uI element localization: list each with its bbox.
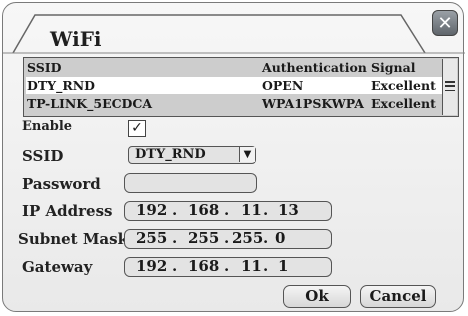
network-list: SSID Authentication Signal DTY_RND OPEN … [23, 57, 459, 117]
password-label: Password [22, 175, 101, 193]
ssid-label: SSID [22, 147, 64, 165]
octet-separator: . [224, 229, 230, 247]
ip-address-field[interactable]: 192 . 168 . 11 . 13 [124, 201, 332, 221]
ip-octet: 13 [278, 201, 299, 219]
enable-checkbox[interactable]: ✓ [128, 120, 146, 137]
gateway-octet: 11 [241, 257, 262, 275]
octet-separator: . [224, 201, 230, 219]
network-signal: Excellent [371, 78, 436, 93]
scroll-grip-icon [445, 81, 455, 91]
network-ssid: TP-LINK_5ECDCA [27, 96, 153, 111]
gateway-field[interactable]: 192 . 168 . 11 . 1 [124, 257, 332, 277]
subnet-octet: 255 [136, 229, 168, 247]
column-header-ssid: SSID [27, 60, 62, 75]
ssid-selected-value: DTY_RND [135, 147, 206, 162]
gateway-octet: 1 [278, 257, 289, 275]
octet-separator: . [172, 201, 178, 219]
ip-address-label: IP Address [22, 202, 113, 220]
octet-separator: . [263, 201, 269, 219]
octet-separator: . [172, 257, 178, 275]
subnet-mask-field[interactable]: 255 . 255 . 255 . 0 [124, 229, 332, 249]
enable-label: Enable [22, 119, 73, 134]
subnet-octet: 255 [188, 229, 220, 247]
list-scrollbar[interactable] [442, 59, 457, 115]
gateway-octet: 168 [188, 257, 220, 275]
network-ssid: DTY_RND [27, 78, 95, 93]
password-input[interactable] [124, 173, 257, 193]
cancel-button[interactable]: Cancel [360, 285, 436, 308]
dialog-title: WiFi [50, 27, 102, 51]
close-icon: ✕ [437, 12, 453, 34]
octet-separator: . [224, 257, 230, 275]
network-row[interactable]: DTY_RND OPEN Excellent [26, 77, 444, 94]
subnet-octet: 255 [232, 229, 264, 247]
chevron-down-icon: ▼ [239, 147, 255, 162]
column-header-signal: Signal [371, 60, 416, 75]
gateway-octet: 192 [136, 257, 168, 275]
ok-button[interactable]: Ok [283, 285, 351, 308]
subnet-mask-label: Subnet Mask [18, 230, 128, 248]
network-authentication: OPEN [262, 78, 304, 93]
octet-separator: . [172, 229, 178, 247]
ip-octet: 168 [188, 201, 220, 219]
octet-separator: . [263, 257, 269, 275]
subnet-octet: 0 [275, 229, 286, 247]
network-signal: Excellent [371, 96, 436, 111]
column-header-authentication: Authentication [262, 60, 367, 75]
network-authentication: WPA1PSKWPA [262, 96, 364, 111]
list-header: SSID Authentication Signal [26, 59, 444, 76]
network-row[interactable]: TP-LINK_5ECDCA WPA1PSKWPA Excellent [26, 95, 444, 112]
ssid-select[interactable]: DTY_RND ▼ [128, 146, 256, 164]
ip-octet: 11 [241, 201, 262, 219]
gateway-label: Gateway [22, 258, 93, 276]
octet-separator: . [263, 229, 269, 247]
checkmark-icon: ✓ [131, 120, 143, 136]
ip-octet: 192 [136, 201, 168, 219]
close-button[interactable]: ✕ [432, 10, 458, 36]
